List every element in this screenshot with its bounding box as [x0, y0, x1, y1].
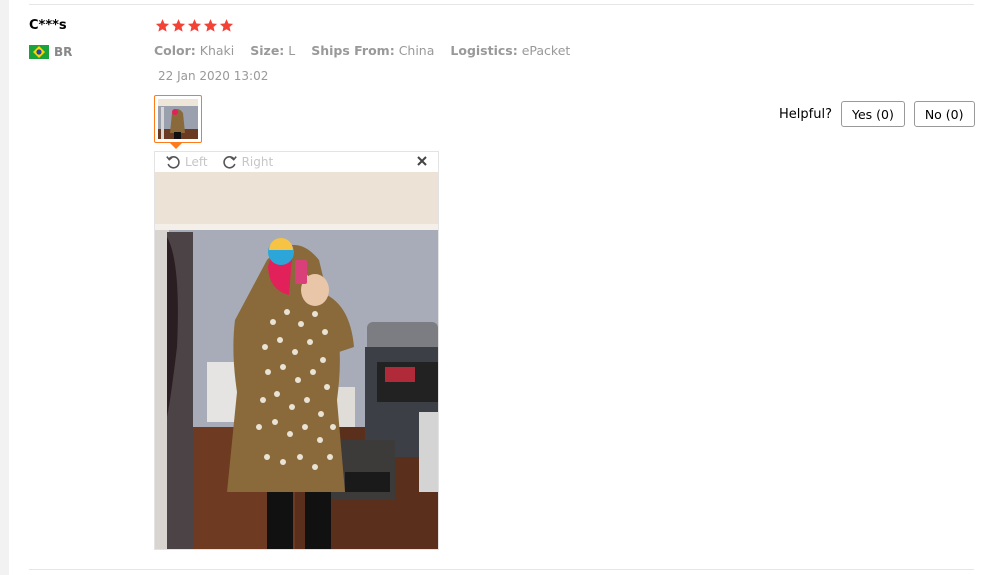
- helpful-vote: Helpful? Yes (0) No (0): [779, 101, 975, 127]
- review-date: 22 Jan 2020 13:02: [158, 69, 269, 83]
- review-photo: [155, 172, 438, 549]
- brazil-flag-icon: [29, 45, 49, 59]
- rotate-right-label: Right: [241, 155, 274, 169]
- attr-color: Color: Khaki: [154, 43, 235, 58]
- star-icon: [203, 19, 218, 32]
- star-icon: [171, 19, 186, 32]
- rotate-right-icon: [222, 156, 237, 169]
- helpful-label: Helpful?: [779, 106, 832, 122]
- thumbnail-pointer: [170, 143, 182, 149]
- star-icon: [219, 19, 234, 32]
- order-attributes: Color: Khaki Size: L Ships From: China L…: [154, 43, 582, 58]
- viewer-toolbar: Left Right: [155, 152, 438, 172]
- left-gutter: [0, 0, 9, 575]
- helpful-no-button[interactable]: No (0): [913, 101, 975, 127]
- star-icon: [187, 19, 202, 32]
- close-icon[interactable]: [416, 154, 428, 168]
- rotate-right-button[interactable]: Right: [222, 154, 274, 170]
- thumbnail-image: [158, 99, 198, 139]
- country-code: BR: [54, 45, 73, 59]
- attr-ships-from: Ships From: China: [311, 43, 435, 58]
- rotate-left-label: Left: [185, 155, 208, 169]
- divider-top: [29, 4, 974, 5]
- rating-stars: [155, 18, 234, 33]
- attr-logistics: Logistics: ePacket: [450, 43, 571, 58]
- divider-bottom: [29, 569, 974, 570]
- star-icon: [155, 19, 170, 32]
- attr-size: Size: L: [250, 43, 296, 58]
- rotate-left-button[interactable]: Left: [165, 154, 208, 170]
- reviewer-country: BR: [29, 45, 72, 59]
- photo-viewer: Left Right: [154, 151, 439, 550]
- reviewer-name: C***s: [29, 18, 67, 33]
- review-photo-thumbnail[interactable]: [154, 95, 202, 143]
- rotate-left-icon: [166, 156, 180, 169]
- helpful-yes-button[interactable]: Yes (0): [840, 101, 905, 127]
